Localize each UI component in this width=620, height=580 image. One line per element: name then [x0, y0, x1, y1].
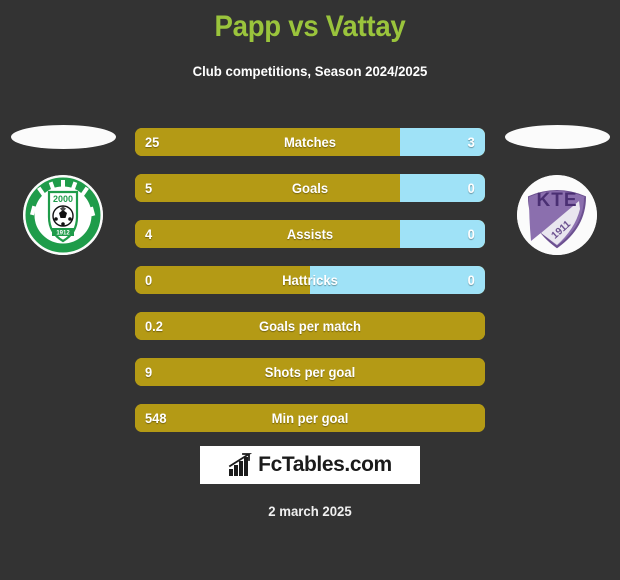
fctables-logo-text: FcTables.com: [258, 453, 392, 476]
stat-label: Hattricks: [282, 272, 338, 288]
stat-label: Matches: [283, 134, 337, 150]
stat-label: Goals: [291, 180, 329, 196]
table-row[interactable]: 4 Assists 0: [135, 220, 485, 248]
svg-text:KTE: KTE: [537, 190, 578, 211]
page-title: Papp vs Vattay: [214, 10, 406, 43]
svg-text:1912: 1912: [56, 231, 70, 237]
away-value: 3: [467, 134, 475, 150]
away-value: 0: [467, 272, 475, 288]
table-row[interactable]: 548 Min per goal: [135, 404, 485, 432]
date-label: 2 march 2025: [268, 503, 352, 519]
bar-chart-trend-icon: [228, 453, 253, 476]
stats-bar-list: 25 Matches 3 5 Goals 0 4 Assists 0 0 Hat…: [135, 128, 485, 450]
stat-label: Goals per match: [258, 318, 362, 334]
stat-label: Assists: [286, 226, 334, 242]
table-row[interactable]: 25 Matches 3: [135, 128, 485, 156]
home-team-crest-icon: 2000 1912: [23, 175, 103, 255]
away-crest-shadow-ellipse: [505, 125, 610, 149]
home-crest-shadow-ellipse: [11, 125, 116, 149]
stat-label: Min per goal: [271, 410, 349, 426]
stat-label: Shots per goal: [264, 364, 356, 380]
table-row[interactable]: 9 Shots per goal: [135, 358, 485, 386]
away-team-crest-icon: KTE 1911: [517, 175, 597, 255]
page-subtitle: Club competitions, Season 2024/2025: [192, 63, 428, 79]
away-team-crest-area: KTE 1911: [502, 120, 612, 260]
svg-text:2000: 2000: [53, 194, 73, 204]
stats-comparison-page: Papp vs Vattay Club competitions, Season…: [0, 0, 620, 580]
away-value: 0: [467, 226, 475, 242]
table-row[interactable]: 0.2 Goals per match: [135, 312, 485, 340]
table-row[interactable]: 0 Hattricks 0: [135, 266, 485, 294]
table-row[interactable]: 5 Goals 0: [135, 174, 485, 202]
away-value: 0: [467, 180, 475, 196]
fctables-logo[interactable]: FcTables.com: [200, 446, 420, 484]
home-team-crest-area: 2000 1912: [8, 120, 118, 260]
